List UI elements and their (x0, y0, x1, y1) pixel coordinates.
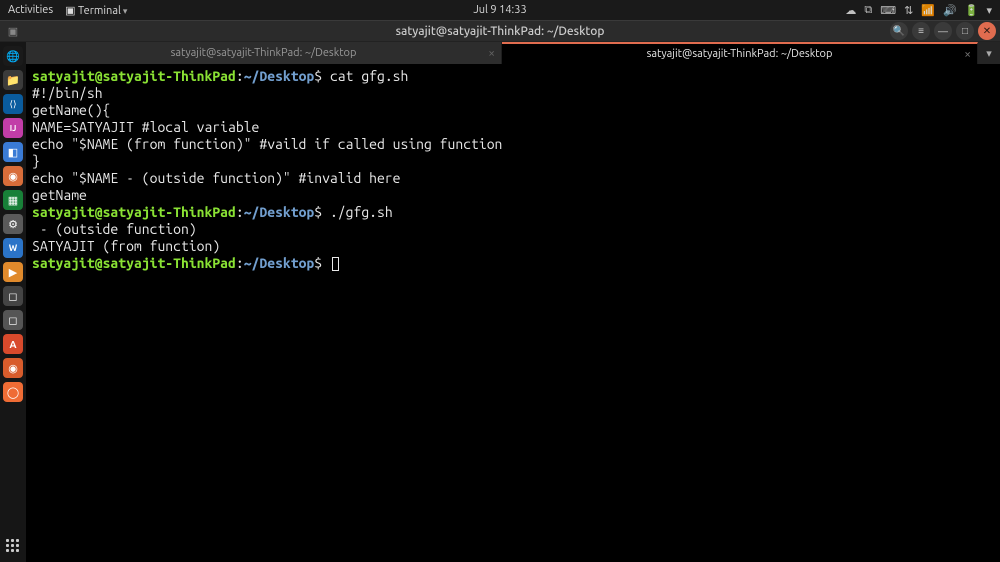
output-line: } (32, 153, 994, 170)
dock-store[interactable]: A (3, 334, 23, 354)
network-icon: ⇅ (904, 4, 913, 17)
wifi-icon: 📶 (921, 4, 935, 17)
terminal-tab-1[interactable]: satyajit@satyajit-ThinkPad: ~/Desktop × (26, 42, 502, 64)
volume-icon: 🔊 (943, 4, 957, 17)
output-line: NAME=SATYAJIT #local variable (32, 119, 994, 136)
dock-vscode[interactable]: ⟨⟩ (3, 94, 23, 114)
prompt-line: satyajit@satyajit-ThinkPad:~/Desktop$ ca… (32, 68, 994, 85)
output-line: - (outside function) (32, 221, 994, 238)
dock: 🦊 🌐 📁 ⟨⟩ IJ ◧ ◉ ▦ ⚙ W ▶ ◻ ◻ A ◉ ◯ (0, 20, 26, 562)
terminal-viewport[interactable]: satyajit@satyajit-ThinkPad:~/Desktop$ ca… (26, 64, 1000, 562)
close-icon[interactable]: × (488, 47, 495, 60)
output-line: SATYAJIT (from function) (32, 238, 994, 255)
close-button[interactable]: ✕ (978, 22, 996, 40)
dock-app1[interactable]: ◧ (3, 142, 23, 162)
close-icon[interactable]: × (964, 48, 971, 61)
active-app-label[interactable]: ▣ Terminal (65, 4, 127, 17)
search-button[interactable]: 🔍 (890, 22, 908, 40)
dock-intellij[interactable]: IJ (3, 118, 23, 138)
dock-writer[interactable]: W (3, 238, 23, 258)
dock-app2[interactable]: ◉ (3, 166, 23, 186)
dock-vlc[interactable]: ▶ (3, 262, 23, 282)
tab-label: satyajit@satyajit-ThinkPad: ~/Desktop (647, 48, 833, 60)
gnome-top-bar: Activities ▣ Terminal Jul 9 14:33 ☁ ⧉ ⌨ … (0, 0, 1000, 20)
display-icon: ⧉ (864, 4, 872, 17)
output-line: getName (32, 187, 994, 204)
battery-icon: 🔋 (965, 4, 979, 17)
lang-icon: ⌨ (880, 4, 896, 17)
dock-files[interactable]: 📁 (3, 70, 23, 90)
clock[interactable]: Jul 9 14:33 (473, 4, 526, 16)
output-line: #!/bin/sh (32, 85, 994, 102)
menu-button[interactable]: ≡ (912, 22, 930, 40)
terminal-icon: ▣ (8, 25, 18, 38)
show-apps-button[interactable] (3, 536, 23, 556)
tab-label: satyajit@satyajit-ThinkPad: ~/Desktop (171, 47, 357, 59)
dock-chrome[interactable]: 🌐 (3, 46, 23, 66)
prompt-line: satyajit@satyajit-ThinkPad:~/Desktop$ ./… (32, 204, 994, 221)
dock-app3[interactable]: ◻ (3, 286, 23, 306)
output-line: echo "$NAME (from function)" #vaild if c… (32, 136, 994, 153)
terminal-tab-2[interactable]: satyajit@satyajit-ThinkPad: ~/Desktop × (502, 42, 978, 64)
minimize-button[interactable]: — (934, 22, 952, 40)
status-tray[interactable]: ☁ ⧉ ⌨ ⇅ 📶 🔊 🔋 ▾ (845, 4, 992, 17)
activities-button[interactable]: Activities (8, 4, 53, 16)
prompt-line: satyajit@satyajit-ThinkPad:~/Desktop$ (32, 255, 994, 272)
dock-app4[interactable]: ◻ (3, 310, 23, 330)
dock-prefs[interactable]: ⚙ (3, 214, 23, 234)
cursor (332, 257, 339, 271)
maximize-button[interactable]: □ (956, 22, 974, 40)
cloud-icon: ☁ (845, 4, 856, 17)
terminal-tab-bar: satyajit@satyajit-ThinkPad: ~/Desktop × … (26, 42, 1000, 64)
output-line: getName(){ (32, 102, 994, 119)
power-icon: ▾ (986, 4, 992, 17)
tab-dropdown[interactable]: ▾ (978, 42, 1000, 64)
window-title: satyajit@satyajit-ThinkPad: ~/Desktop (396, 25, 605, 38)
window-title-bar: ▣ satyajit@satyajit-ThinkPad: ~/Desktop … (0, 20, 1000, 42)
dock-postman[interactable]: ◯ (3, 382, 23, 402)
dock-sheets[interactable]: ▦ (3, 190, 23, 210)
dock-app5[interactable]: ◉ (3, 358, 23, 378)
output-line: echo "$NAME - (outside function)" #inval… (32, 170, 994, 187)
